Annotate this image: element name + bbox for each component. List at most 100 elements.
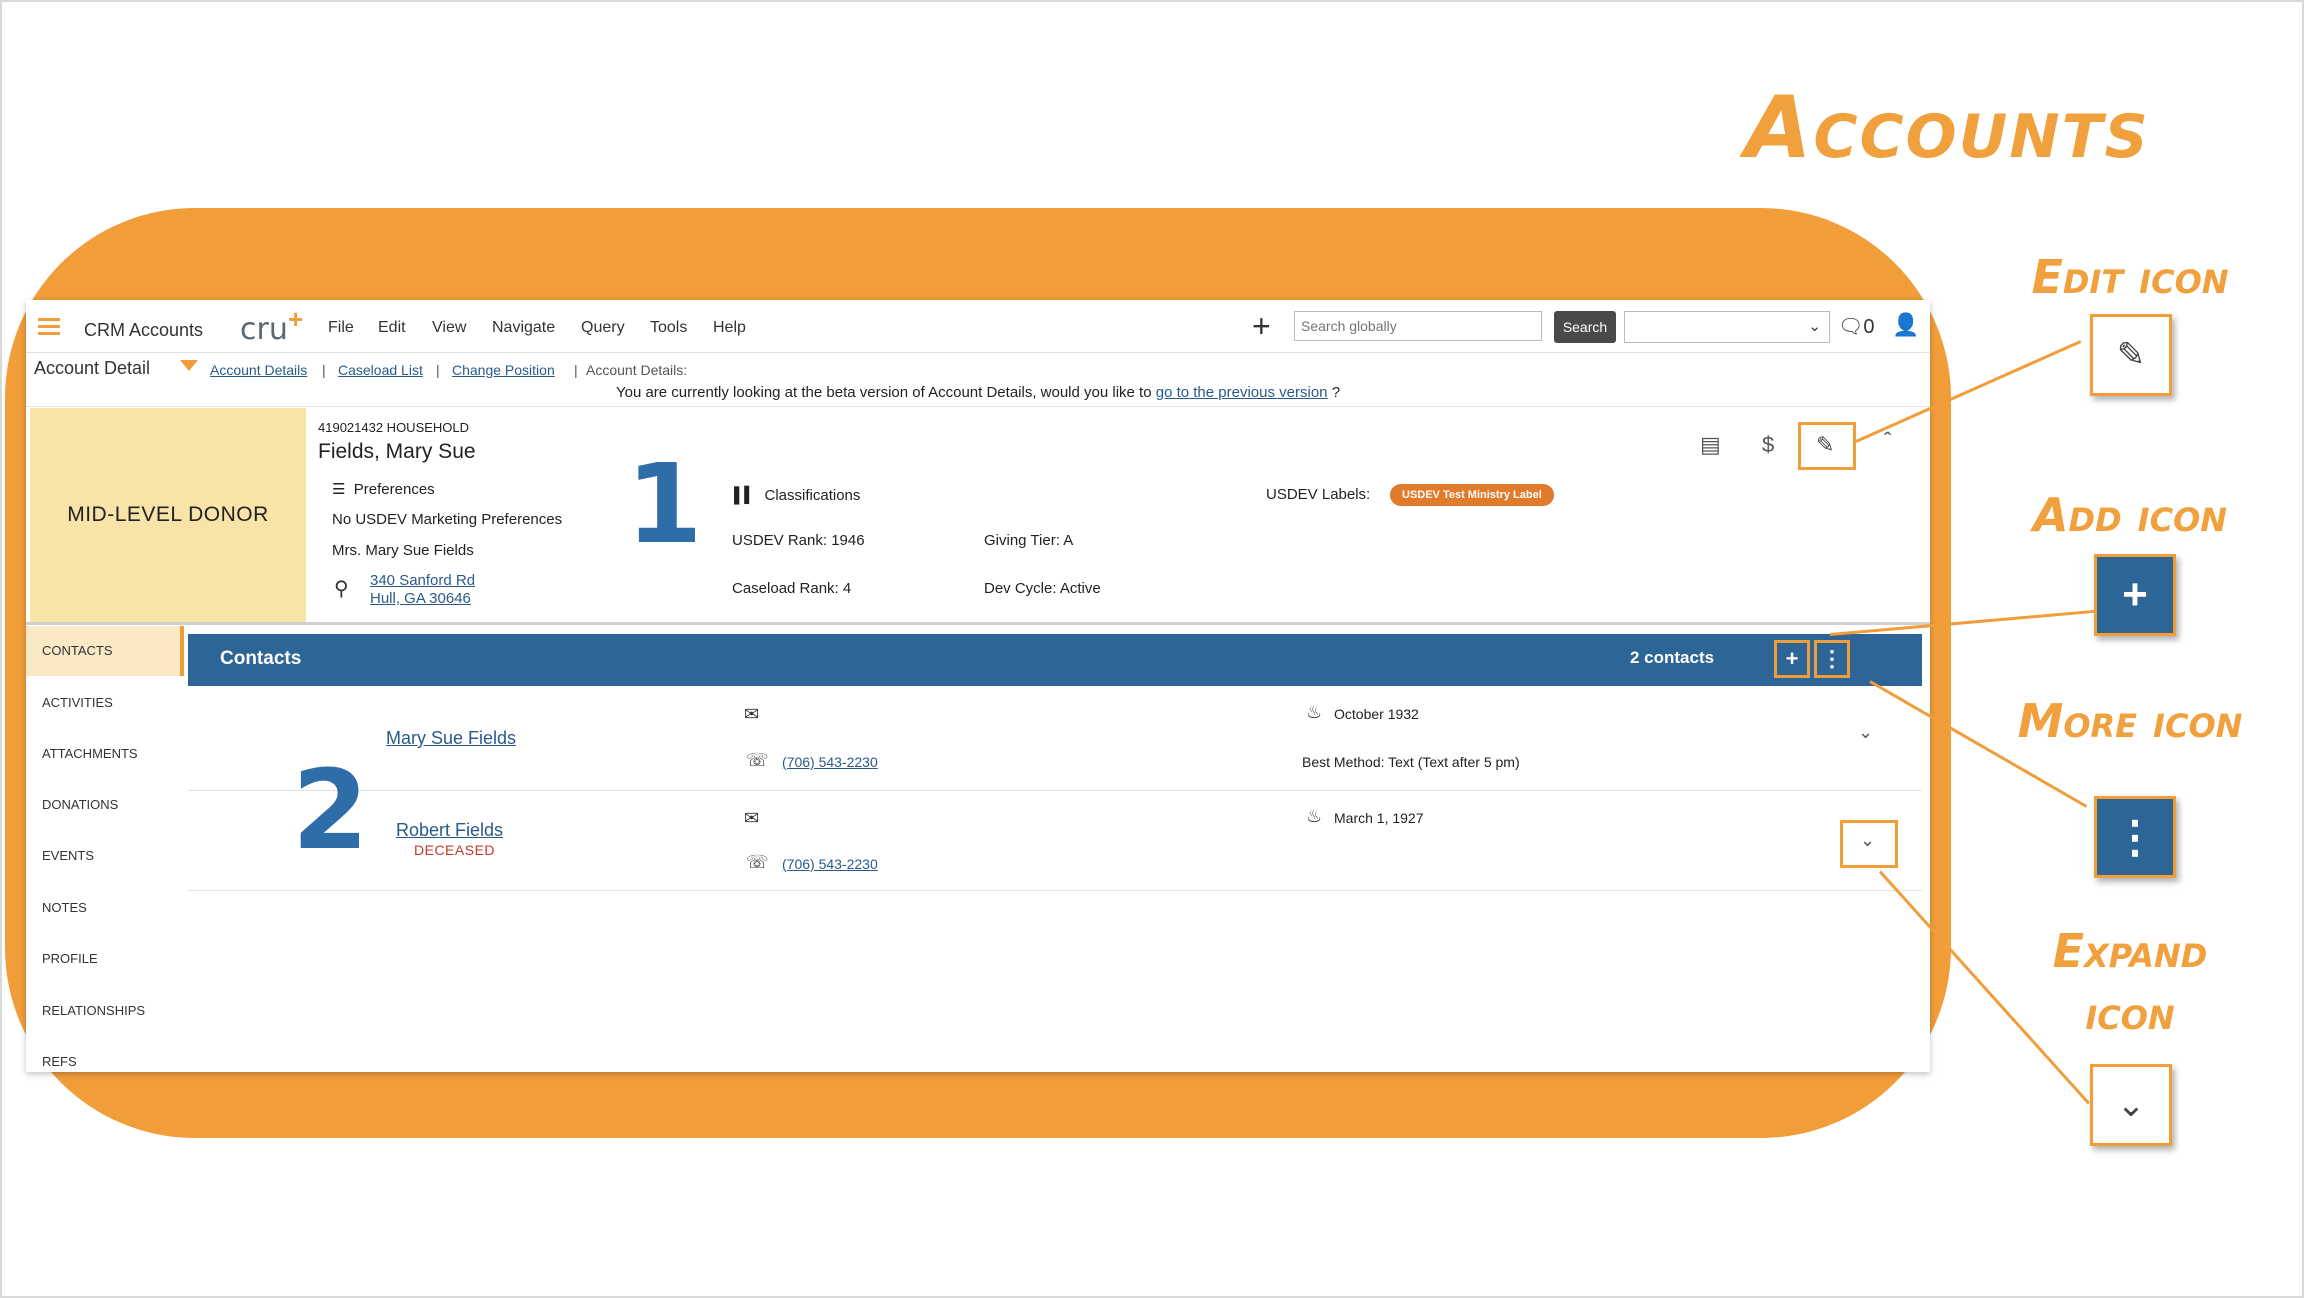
address-line-1[interactable]: 340 Sanford Rd (370, 572, 475, 589)
notification-icon: 🗨 (1838, 316, 1864, 338)
contacts-header-bar: Contacts 2 contacts + ⋮ (188, 634, 1922, 686)
position-select[interactable]: ⌄ (1624, 311, 1830, 343)
breadcrumb-link-caseload-list[interactable]: Caseload List (338, 362, 423, 378)
contact-birth-date: March 1, 1927 (1334, 810, 1424, 826)
sidebar-item-attachments[interactable]: ATTACHMENTS (26, 729, 184, 779)
contact-phone-link[interactable]: (706) 543-2230 (782, 856, 878, 872)
sidebar-item-profile[interactable]: PROFILE (26, 934, 184, 984)
account-sidebar: CONTACTS ACTIVITIES ATTACHMENTS DONATION… (26, 626, 184, 1072)
classifications-label: Classifications (764, 487, 861, 504)
birthday-cake-icon: ♨ (1306, 806, 1323, 826)
beta-notice-text: You are currently looking at the beta ve… (615, 384, 1152, 401)
sliders-icon: ☰ (332, 481, 346, 498)
menu-file[interactable]: File (328, 319, 354, 337)
salutation: Mrs. Mary Sue Fields (332, 542, 474, 559)
caseload-rank-value: 4 (842, 580, 852, 597)
previous-version-link[interactable]: go to the previous version (1156, 384, 1328, 401)
menu-query[interactable]: Query (581, 319, 625, 337)
callout-edit-label: Edit icon (2031, 250, 2229, 304)
deceased-status: DECEASED (414, 842, 496, 858)
edit-icon: ✎ (2116, 336, 2146, 374)
contact-best-method: Best Method: Text (Text after 5 pm) (1302, 754, 1520, 770)
callout-expand-label-line1: Expand (2052, 924, 2208, 978)
menu-tools[interactable]: Tools (650, 319, 687, 337)
birthday-cake-icon: ♨ (1306, 702, 1323, 722)
preferences-row: ☰ Preferences (332, 480, 435, 498)
email-icon[interactable]: ✉ (744, 808, 759, 829)
search-button[interactable]: Search (1554, 311, 1616, 343)
chat-icon[interactable]: ▤ (1700, 432, 1721, 458)
edit-icon-demo: ✎ (2090, 314, 2172, 396)
expand-chevron-icon[interactable]: ⌄ (1860, 830, 1875, 851)
cru-logo: cru (240, 312, 288, 347)
global-add-icon[interactable]: + (1252, 308, 1271, 345)
breadcrumb-title: Account Detail (34, 358, 151, 378)
sidebar-item-notes[interactable]: NOTES (26, 883, 184, 933)
preferences-label: Preferences (353, 481, 435, 498)
add-icon-demo: + (2094, 554, 2176, 636)
breadcrumb-link-account-details[interactable]: Account Details (210, 362, 307, 378)
menu-view[interactable]: View (432, 319, 466, 337)
beta-notice: You are currently looking at the beta ve… (26, 384, 1930, 407)
menu-bar: CRM Accounts cru + File Edit View Naviga… (26, 300, 1930, 353)
usdev-rank: USDEV Rank: 1946 (732, 532, 865, 549)
dev-cycle-value: Active (1059, 580, 1101, 597)
more-icon: ⋮ (2113, 812, 2157, 862)
menu-help[interactable]: Help (713, 319, 746, 337)
more-options-button[interactable]: ⋮ (1814, 640, 1850, 678)
giving-tier-label: Giving Tier: (984, 532, 1060, 549)
address-line-2[interactable]: Hull, GA 30646 (370, 590, 471, 607)
callout-add-label: Add icon (2032, 488, 2228, 542)
hamburger-menu-icon[interactable] (38, 318, 60, 321)
dollar-icon[interactable]: $ (1762, 432, 1774, 458)
expand-icon-demo: ⌄ (2090, 1064, 2172, 1146)
chevron-down-icon: ⌄ (2116, 1086, 2146, 1124)
sidebar-item-events[interactable]: EVENTS (26, 831, 184, 881)
contact-birth-date: October 1932 (1334, 706, 1419, 722)
notifications[interactable]: 🗨0 (1838, 314, 1875, 339)
add-contact-button[interactable]: + (1774, 640, 1810, 678)
giving-tier-value: A (1063, 532, 1074, 549)
row-divider (188, 890, 1922, 891)
dev-cycle-label: Dev Cycle: (984, 580, 1057, 597)
caseload-rank: Caseload Rank: 4 (732, 580, 851, 597)
menu-edit[interactable]: Edit (378, 319, 406, 337)
contacts-count: 2 contacts (1630, 648, 1715, 667)
contact-phone-link[interactable]: (706) 543-2230 (782, 754, 878, 770)
callout-more-label: More icon (2017, 694, 2243, 748)
row-divider (188, 790, 1922, 791)
breadcrumb-separator: | (322, 362, 326, 378)
contact-name-link[interactable]: Robert Fields (396, 820, 503, 841)
marker-2: 2 (292, 746, 369, 874)
user-icon[interactable]: 👤 (1892, 312, 1919, 338)
location-pin-icon: ⚲ (334, 578, 349, 600)
bar-chart-icon: ▌▍ (734, 487, 757, 504)
sidebar-item-relationships[interactable]: RELATIONSHIPS (26, 986, 184, 1036)
breadcrumb-current: Account Details: (586, 362, 688, 378)
expand-chevron-icon[interactable]: ⌄ (1858, 722, 1873, 743)
breadcrumb-separator: | (436, 362, 440, 378)
callout-expand-label-line2: icon (2085, 986, 2175, 1040)
sidebar-item-refs[interactable]: REFS (26, 1037, 184, 1072)
contacts-title: Contacts (220, 648, 302, 669)
edit-icon[interactable]: ✎ (1816, 432, 1834, 458)
global-search-input[interactable] (1294, 311, 1542, 341)
caseload-rank-label: Caseload Rank: (732, 580, 839, 597)
sidebar-item-activities[interactable]: ACTIVITIES (26, 678, 184, 728)
email-icon[interactable]: ✉ (744, 704, 759, 725)
donor-level-badge: MID-LEVEL DONOR (30, 408, 306, 622)
beta-notice-suffix: ? (1331, 384, 1341, 401)
caret-down-icon[interactable] (180, 360, 198, 371)
slide-title: Accounts (1745, 78, 2150, 178)
menu-navigate[interactable]: Navigate (492, 319, 555, 337)
contact-name-link[interactable]: Mary Sue Fields (386, 728, 516, 749)
chevron-up-icon[interactable]: ˆ (1884, 428, 1891, 454)
sidebar-item-donations[interactable]: DONATIONS (26, 780, 184, 830)
sidebar-item-contacts[interactable]: CONTACTS (26, 626, 184, 676)
breadcrumb-link-change-position[interactable]: Change Position (452, 362, 555, 378)
header-divider (26, 622, 1930, 625)
chevron-down-icon: ⌄ (1808, 318, 1821, 335)
usdev-labels-label: USDEV Labels: (1266, 486, 1371, 503)
breadcrumb-separator: | (574, 362, 578, 378)
breadcrumb: Account Detail Account Details | Caseloa… (26, 353, 1930, 383)
